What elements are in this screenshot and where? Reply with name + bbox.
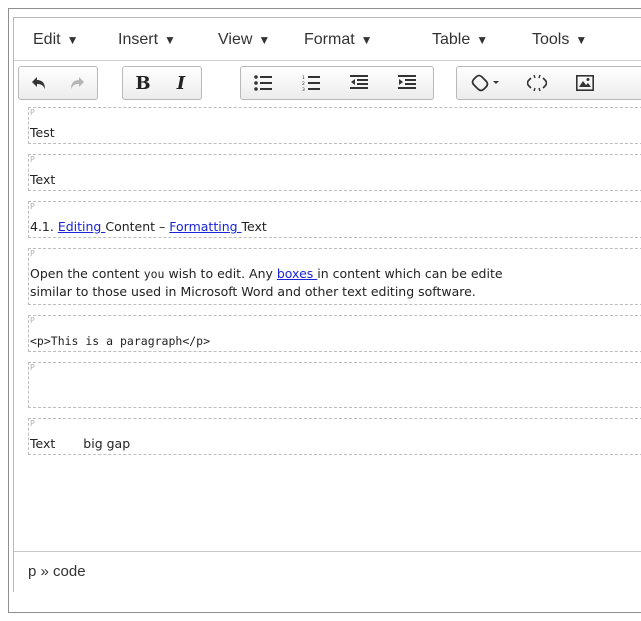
- paragraph-marker: P: [30, 316, 35, 325]
- unlink-icon: [527, 74, 547, 92]
- paragraph-block[interactable]: P 4.1. Editing Content – Formatting Text: [28, 201, 641, 238]
- heading-number: 4.1.: [30, 219, 58, 234]
- text-span: big gap: [83, 436, 131, 451]
- paragraph-text: Test: [30, 125, 55, 140]
- undo-button[interactable]: [21, 67, 57, 99]
- paragraph-marker: P: [30, 108, 35, 117]
- paragraph-block[interactable]: P Open the content you wish to edit. Any…: [28, 248, 641, 305]
- chevron-down-icon: ▼: [575, 33, 588, 47]
- toolbar: B I 123: [14, 60, 641, 108]
- menu-table-label: Table: [432, 31, 471, 48]
- paragraph-text: Open the content you wish to edit. Any b…: [30, 265, 503, 283]
- paragraph-text: Text: [30, 172, 56, 187]
- editing-link[interactable]: Editing: [58, 219, 106, 234]
- menu-edit[interactable]: Edit ▼: [33, 31, 78, 49]
- paragraph-marker: P: [30, 419, 35, 428]
- code-text: <p>This is a paragraph</p>: [30, 334, 211, 348]
- image-icon: [576, 75, 594, 91]
- outdent-button[interactable]: [341, 67, 377, 99]
- link-icon: [471, 74, 499, 92]
- formatting-link[interactable]: Formatting: [169, 219, 241, 234]
- menu-insert[interactable]: Insert ▼: [118, 31, 176, 49]
- paragraph-marker: P: [30, 155, 35, 164]
- svg-text:1: 1: [302, 75, 305, 81]
- bullet-list-icon: [254, 75, 272, 91]
- chevron-down-icon: ▼: [258, 33, 271, 47]
- svg-text:3: 3: [302, 87, 305, 91]
- paragraph-block[interactable]: P Text big gap: [28, 418, 641, 455]
- bold-icon: B: [135, 72, 151, 94]
- rich-text-editor: Edit ▼ Insert ▼ View ▼ Format ▼ Table ▼ Tools…: [13, 17, 641, 593]
- chevron-down-icon: ▼: [164, 33, 176, 47]
- redo-icon: [71, 77, 84, 89]
- text-span: wish to edit. Any: [164, 266, 277, 281]
- inline-code: you: [143, 267, 165, 281]
- paragraph-block[interactable]: P Text: [28, 154, 641, 191]
- numbered-list-button[interactable]: 123: [293, 67, 329, 99]
- code-paragraph-block[interactable]: P <p>This is a paragraph</p>: [28, 315, 641, 352]
- svg-text:2: 2: [302, 81, 305, 87]
- boxes-link[interactable]: boxes: [277, 266, 317, 281]
- paragraph-marker: P: [30, 249, 35, 258]
- image-button[interactable]: [567, 67, 603, 99]
- text-span: Text: [241, 219, 267, 234]
- paragraph-text-line2: similar to those used in Microsoft Word …: [30, 284, 476, 299]
- chevron-down-icon: ▼: [360, 33, 373, 47]
- undo-icon: [32, 77, 45, 89]
- bold-button[interactable]: B: [125, 67, 161, 99]
- history-group: [18, 66, 98, 100]
- menu-view-label: View: [218, 31, 253, 48]
- menu-format[interactable]: Format ▼: [304, 31, 373, 49]
- text-span: Content –: [105, 219, 170, 234]
- list-group: 123: [240, 66, 434, 100]
- indent-icon: [398, 75, 416, 89]
- insert-group: [456, 66, 641, 100]
- chevron-down-icon: ▼: [476, 33, 489, 47]
- bullet-list-button[interactable]: [245, 67, 281, 99]
- unlink-button[interactable]: [519, 67, 555, 99]
- italic-button[interactable]: I: [163, 67, 199, 99]
- text-span: Text: [30, 436, 56, 451]
- numbered-list-icon: 123: [302, 75, 320, 91]
- empty-paragraph-block[interactable]: P: [28, 362, 641, 408]
- menu-table[interactable]: Table ▼: [432, 31, 488, 49]
- editor-content-area[interactable]: P Test P Text P 4.1. Editing Content – F…: [14, 107, 641, 551]
- statusbar: p » code: [14, 551, 641, 593]
- redo-button[interactable]: [59, 67, 95, 99]
- format-group: B I: [122, 66, 202, 100]
- chevron-down-icon: ▼: [66, 33, 79, 47]
- menubar: Edit ▼ Insert ▼ View ▼ Format ▼ Table ▼ Tools…: [14, 18, 641, 60]
- text-span: Open the content: [30, 266, 144, 281]
- menu-insert-label: Insert: [118, 31, 159, 48]
- paragraph-text: Text big gap: [30, 435, 130, 453]
- link-button[interactable]: [461, 67, 511, 99]
- paragraph-block[interactable]: P Test: [28, 107, 641, 144]
- text-span: in content which can be edite: [317, 266, 503, 281]
- outdent-icon: [350, 75, 368, 89]
- paragraph-text: 4.1. Editing Content – Formatting Text: [30, 218, 267, 236]
- italic-icon: I: [176, 72, 186, 94]
- indent-button[interactable]: [389, 67, 425, 99]
- element-path[interactable]: p » code: [28, 563, 86, 580]
- menu-tools[interactable]: Tools ▼: [532, 31, 587, 49]
- menu-format-label: Format: [304, 31, 355, 48]
- menu-tools-label: Tools: [532, 31, 570, 48]
- menu-edit-label: Edit: [33, 31, 61, 48]
- menu-view[interactable]: View ▼: [218, 31, 270, 49]
- paragraph-marker: P: [30, 202, 35, 211]
- paragraph-marker: P: [30, 363, 35, 372]
